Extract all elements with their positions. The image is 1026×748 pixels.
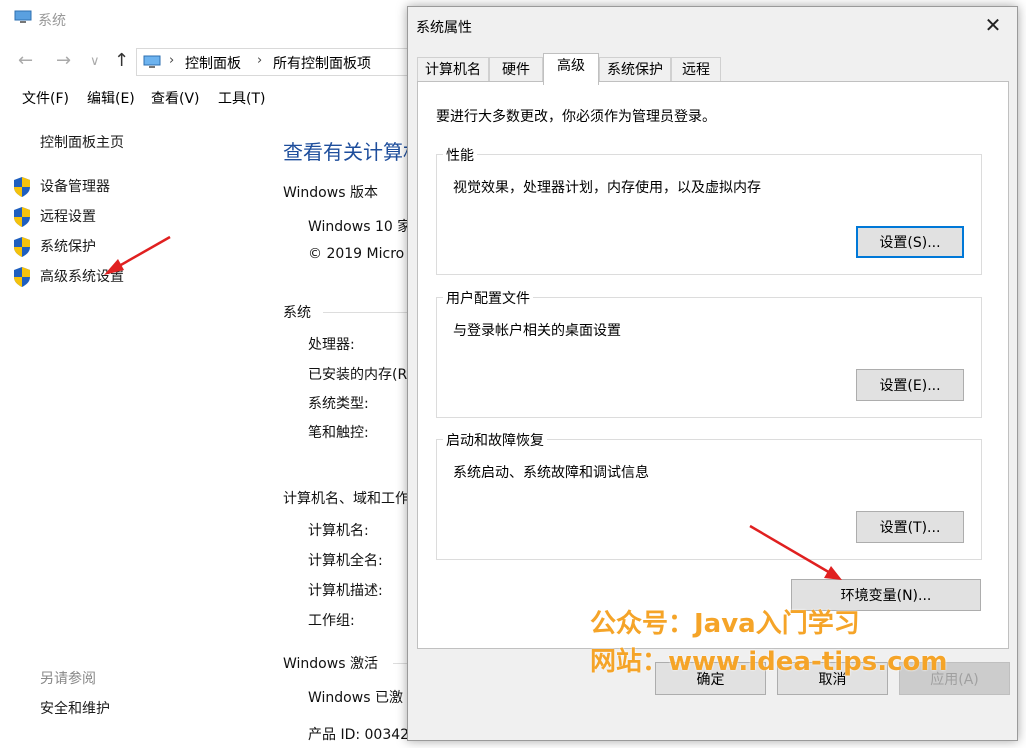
computer-name-label: 计算机名: [308,523,369,539]
close-icon[interactable]: ✕ [979,11,1007,39]
computer-icon [14,10,32,23]
navigation-bar: ← → ∨ ↑ › 控制面板 › 所有控制面板项 [0,44,426,78]
full-computer-name-label: 计算机全名: [308,553,383,569]
sidebar-item-label: 系统保护 [40,239,96,255]
workgroup-label: 工作组: [308,613,355,629]
back-arrow-icon[interactable]: ← [18,50,33,71]
user-profiles-settings-button[interactable]: 设置(E)... [856,369,964,401]
sidebar-item-system-protection[interactable]: 系统保护 [12,234,212,258]
breadcrumb-control-panel[interactable]: 控制面板 [185,53,241,73]
edition-name: Windows 10 家 [308,219,412,235]
group-description: 视觉效果，处理器计划，内存使用，以及虚拟内存 [453,180,761,196]
uac-shield-icon [14,267,30,287]
breadcrumb-separator-icon: › [169,53,175,68]
menu-file[interactable]: 文件(F) [22,88,69,108]
startup-recovery-settings-button[interactable]: 设置(T)... [856,511,964,543]
uac-shield-icon [14,237,30,257]
system-window-title: 系统 [38,13,66,29]
sidebar-item-remote-settings[interactable]: 远程设置 [12,204,212,228]
dialog-title: 系统属性 [416,20,472,36]
sidebar-control-panel-home[interactable]: 控制面板主页 [40,132,124,152]
see-also-heading: 另请参阅 [40,671,96,687]
menu-view[interactable]: 查看(V) [151,88,200,108]
sidebar: 控制面板主页 设备管理器 远程设置 系统保护 高级系统设置 另请参阅 安全和维护 [0,120,270,748]
tab-hardware[interactable]: 硬件 [489,57,543,83]
breadcrumb-separator-icon: › [257,53,263,68]
forward-arrow-icon[interactable]: → [56,50,71,71]
sidebar-item-advanced-system-settings[interactable]: 高级系统设置 [12,264,212,288]
sidebar-item-label: 设备管理器 [40,179,110,195]
group-description: 系统启动、系统故障和调试信息 [453,465,649,481]
address-bar[interactable]: › 控制面板 › 所有控制面板项 [136,48,426,76]
system-titlebar: 系统 [0,0,420,36]
activation-status: Windows 已激 [308,690,403,706]
sidebar-item-device-manager[interactable]: 设备管理器 [12,174,212,198]
system-info-panel: 查看有关计算机 Windows 版本 Windows 10 家 © 2019 M… [283,120,413,748]
user-profiles-group: 用户配置文件 与登录帐户相关的桌面设置 设置(E)... [436,288,982,418]
tab-system-protection[interactable]: 系统保护 [599,57,671,83]
up-arrow-icon[interactable]: ↑ [114,50,129,71]
uac-shield-icon [14,207,30,227]
control-panel-icon [143,55,161,68]
page-title: 查看有关计算机 [283,140,413,164]
admin-note: 要进行大多数更改，你必须作为管理员登录。 [436,109,716,125]
performance-settings-button[interactable]: 设置(S)... [856,226,964,258]
advanced-tab-panel: 要进行大多数更改，你必须作为管理员登录。 性能 视觉效果，处理器计划，内存使用，… [417,81,1009,649]
watermark-wechat: 公众号：Java入门学习 [590,609,860,639]
sidebar-item-label: 远程设置 [40,209,96,225]
activation-heading: Windows 激活 [283,656,378,672]
tab-computer-name[interactable]: 计算机名 [417,57,489,83]
group-description: 与登录帐户相关的桌面设置 [453,323,621,339]
sidebar-item-security-maintenance[interactable]: 安全和维护 [40,698,110,718]
recent-locations-chevron-icon[interactable]: ∨ [90,54,100,69]
pen-touch-label: 笔和触控: [308,425,369,441]
tab-advanced[interactable]: 高级 [543,53,599,85]
watermark-website: 网站：www.idea-tips.com [590,647,948,677]
memory-label: 已安装的内存(R [308,367,408,383]
system-heading: 系统 [283,305,311,321]
sidebar-item-label: 高级系统设置 [40,269,124,285]
uac-shield-icon [14,177,30,197]
computer-description-label: 计算机描述: [308,583,383,599]
menu-tools[interactable]: 工具(T) [218,88,265,108]
processor-label: 处理器: [308,337,355,353]
tab-remote[interactable]: 远程 [671,57,721,83]
breadcrumb-all-items[interactable]: 所有控制面板项 [273,53,371,73]
windows-edition-heading: Windows 版本 [283,185,378,201]
group-title: 启动和故障恢复 [443,430,547,450]
startup-recovery-group: 启动和故障恢复 系统启动、系统故障和调试信息 设置(T)... [436,430,982,560]
menu-bar: 文件(F) 编辑(E) 查看(V) 工具(T) [0,84,410,110]
system-type-label: 系统类型: [308,396,369,412]
group-title: 用户配置文件 [443,288,533,308]
performance-group: 性能 视觉效果，处理器计划，内存使用，以及虚拟内存 设置(S)... [436,145,982,275]
menu-edit[interactable]: 编辑(E) [87,88,135,108]
copyright-text: © 2019 Micro [308,246,405,262]
group-title: 性能 [443,145,477,165]
computer-name-heading: 计算机名、域和工作 [283,491,409,507]
section-divider [323,312,413,313]
